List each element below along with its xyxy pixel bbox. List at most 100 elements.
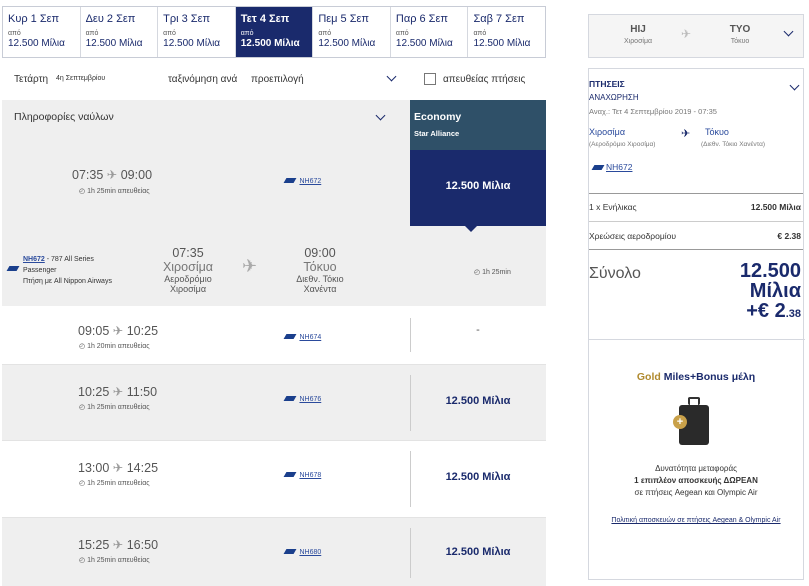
total-plus: +€ 2 xyxy=(746,300,786,322)
segment-destination-city: Τόκυο xyxy=(705,127,729,137)
fare-info-header[interactable]: Πληροφορίες ναύλων xyxy=(2,100,410,150)
flight-times: 10:25 ✈ 11:50 xyxy=(78,384,157,399)
flight-number-link[interactable]: NH680 xyxy=(299,549,321,556)
flight-row[interactable]: 09:05 ✈ 10:25 ◴ 1h 20min απευθείας NH674… xyxy=(2,306,546,364)
date-tab[interactable]: Τρι 3 Σεπ από 12.500 Μίλια xyxy=(158,7,236,57)
detail-arrival-airport-2: Χανέντα xyxy=(303,284,337,294)
route-summary[interactable]: HIJ Χιροσίμα ✈ TYO Τόκυο xyxy=(588,14,804,58)
fare-price: - xyxy=(476,324,480,336)
segment-flight-number[interactable]: NH672 xyxy=(606,162,632,172)
destination: TYO Τόκυο xyxy=(715,24,765,45)
sort-select[interactable]: προεπιλογή xyxy=(248,68,398,90)
airline-logo-icon xyxy=(283,472,297,477)
baggage-policy-link[interactable]: Πολιτική αποσκευών σε πτήσεις Aegean & O… xyxy=(589,517,803,524)
flight-row[interactable]: 15:25 ✈ 16:50 ◴ 1h 25min απευθείας NH680… xyxy=(2,517,546,586)
plane-icon: ✈ xyxy=(681,128,691,140)
flight-number-link[interactable]: NH676 xyxy=(299,396,321,403)
chevron-down-icon[interactable] xyxy=(789,80,800,91)
date-tab-day: Τετ 4 Σεπ xyxy=(240,13,290,25)
arrival-time: 09:00 xyxy=(120,168,153,182)
origin: HIJ Χιροσίμα xyxy=(613,24,663,45)
flight-duration: ◴ 1h 25min απευθείας xyxy=(79,479,150,487)
clock-icon: ◴ xyxy=(79,480,86,487)
filter-bar: Τετάρτη 4η Σεπτεμβρίου ταξινόμηση ανά πρ… xyxy=(2,66,546,94)
total-unit: Μίλια xyxy=(749,280,801,302)
departure-date: Αναχ.: Τετ 4 Σεπτεμβρίου 2019 - 07:35 xyxy=(589,107,717,116)
origin-city: Χιροσίμα xyxy=(623,38,653,45)
date-tab-day: Σαβ 7 Σεπ xyxy=(473,13,525,25)
detail-departure: 07:35 Χιροσίμα Αεροδρόμιο Χιροσίμα xyxy=(152,246,224,294)
fare-cell-selected[interactable]: 12.500 Μίλια xyxy=(410,150,546,226)
detail-arrival-airport: Διεθν. Τόκιο xyxy=(296,274,344,284)
clock-icon: ◴ xyxy=(79,343,86,350)
flight-row[interactable]: 13:00 ✈ 14:25 ◴ 1h 25min απευθείας NH678… xyxy=(2,440,546,517)
date-tabs: Κυρ 1 Σεπ από 12.500 Μίλια Δευ 2 Σεπ από 12.… xyxy=(2,6,546,58)
detail-arrival-city: Τόκυο xyxy=(303,260,337,274)
date-tab-day: Κυρ 1 Σεπ xyxy=(8,13,60,25)
date-tab[interactable]: Κυρ 1 Σεπ από 12.500 Μίλια xyxy=(3,7,81,57)
date-tab-from: από xyxy=(85,30,99,37)
flight-times: 13:00 ✈ 14:25 xyxy=(78,460,158,475)
date-tab[interactable]: Σαβ 7 Σεπ από 12.500 Μίλια xyxy=(468,7,545,57)
flight-number-group: NH674 xyxy=(283,326,321,344)
date-tab[interactable]: Δευ 2 Σεπ από 12.500 Μίλια xyxy=(81,7,159,57)
flight-number-link[interactable]: NH674 xyxy=(299,334,321,341)
flight-times: 15:25 ✈ 16:50 xyxy=(78,537,158,552)
aircraft-type: - 787 All Series xyxy=(46,256,94,263)
detail-departure-airport: Αεροδρόμιο xyxy=(164,274,212,284)
fees-value: € 2.38 xyxy=(777,231,801,241)
date-tab-selected[interactable]: Τετ 4 Σεπ από 12.500 Μίλια xyxy=(235,7,314,57)
flight-times: 07:35 ✈ 09:00 xyxy=(72,167,152,182)
flights-title: ΠΤΗΣΕΙΣ xyxy=(589,79,625,89)
detail-flight-number[interactable]: NH672 xyxy=(23,256,45,263)
flight-row-selected[interactable]: 07:35 ✈ 09:00 ◴ 1h 25min απευθείας NH672… xyxy=(2,150,546,226)
date-tab-from: από xyxy=(8,30,21,37)
plane-icon: ✈ xyxy=(112,461,124,475)
flight-duration: ◴ 1h 25min απευθείας xyxy=(79,556,150,564)
flight-number-group: NH680 xyxy=(283,541,321,559)
promo-line-1: Δυνατότητα μεταφοράς xyxy=(655,464,737,473)
departure-title: ΑΝΑΧΩΡΗΣΗ xyxy=(589,93,639,102)
detail-arrival-time: 09:00 xyxy=(304,246,336,260)
date-tab-miles: 12.500 Μίλια xyxy=(318,38,376,49)
alliance-name: Star Alliance xyxy=(414,129,460,138)
promo-text: Δυνατότητα μεταφοράς 1 επιπλέον αποσκευή… xyxy=(589,463,803,499)
flight-number-link[interactable]: NH672 xyxy=(299,178,321,185)
cabin-header: Economy Star Alliance xyxy=(410,100,546,150)
plane-icon: ✈ xyxy=(106,168,118,182)
adult-value: 12.500 Μίλια xyxy=(750,202,801,212)
airline-logo-icon xyxy=(6,266,20,271)
airline-logo-icon xyxy=(283,396,297,401)
divider xyxy=(589,339,805,340)
flight-type: Passenger xyxy=(23,267,57,274)
arrival-time: 14:25 xyxy=(126,461,159,475)
fees-label: Χρεώσεις αεροδρομίου xyxy=(589,231,677,241)
destination-code: TYO xyxy=(729,24,751,35)
flight-number-link[interactable]: NH678 xyxy=(299,472,321,479)
fare-price[interactable]: 12.500 Μίλια xyxy=(410,546,546,558)
chevron-down-icon xyxy=(783,26,794,37)
detail-duration: ◴ 1h 25min xyxy=(474,268,511,276)
booking-summary: ΠΤΗΣΕΙΣ ΑΝΑΧΩΡΗΣΗ Αναχ.: Τετ 4 Σεπτεμβρί… xyxy=(588,68,805,580)
clock-icon: ◴ xyxy=(474,269,481,276)
date-tab[interactable]: Παρ 6 Σεπ από 12.500 Μίλια xyxy=(391,7,469,57)
date-tab[interactable]: Πεμ 5 Σεπ από 12.500 Μίλια xyxy=(313,7,391,57)
detail-duration-text: 1h 25min xyxy=(482,269,511,276)
promo-line-3: σε πτήσεις Aegean και Olympic Air xyxy=(634,488,758,497)
segment-origin-airport: (Αεροδρόμιο Χιροσίμα) xyxy=(589,141,656,148)
date-tab-from: από xyxy=(395,30,409,37)
departure-time: 09:05 xyxy=(78,324,110,338)
flight-duration: ◴ 1h 25min απευθείας xyxy=(79,403,150,411)
date-tab-miles: 12.500 Μίλια xyxy=(8,38,65,49)
fare-price[interactable]: 12.500 Μίλια xyxy=(410,471,546,483)
fare-price[interactable]: 12.500 Μίλια xyxy=(410,395,546,407)
plane-icon: ✈ xyxy=(112,385,124,399)
airline-logo-icon xyxy=(283,178,297,183)
promo-title-rest: Miles+Bonus μέλη xyxy=(663,371,756,383)
date-tab-from: από xyxy=(318,30,332,37)
duration-text: 1h 25min απευθείας xyxy=(87,188,150,195)
segment-origin-city: Χιροσίμα xyxy=(589,127,626,137)
date-tab-from: από xyxy=(473,30,487,37)
flight-row[interactable]: 10:25 ✈ 11:50 ◴ 1h 25min απευθείας NH676… xyxy=(2,364,546,440)
direct-flights-checkbox[interactable] xyxy=(424,73,436,85)
